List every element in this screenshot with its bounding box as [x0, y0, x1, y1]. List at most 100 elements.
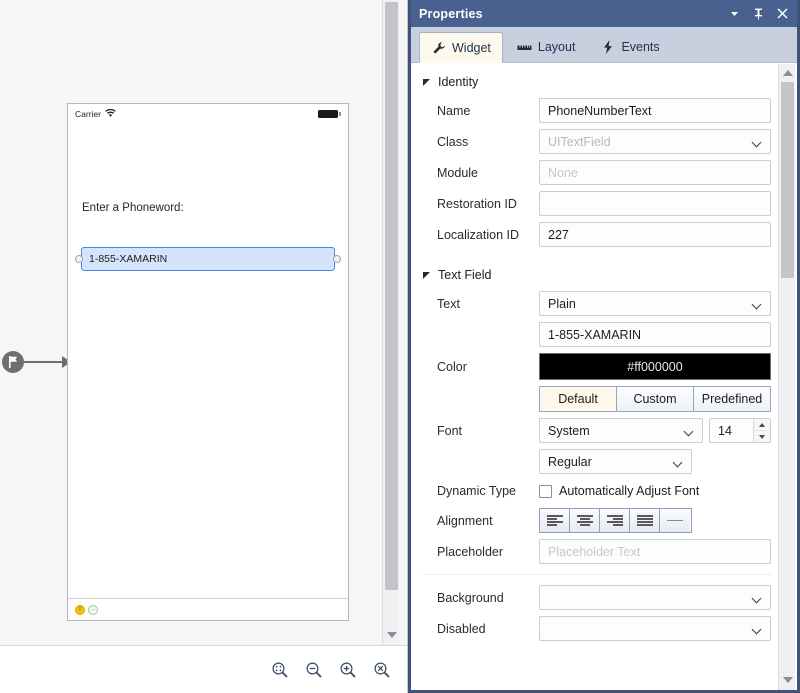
designer-window: Carrier Enter a Phoneword:: [0, 0, 800, 693]
row-background: Background: [411, 582, 797, 613]
canvas-scroll-down-arrow[interactable]: [383, 627, 400, 643]
label-background: Background: [423, 591, 539, 605]
properties-vertical-scrollbar[interactable]: [778, 64, 795, 690]
properties-scroll-down-arrow[interactable]: [779, 672, 796, 688]
label-alignment: Alignment: [423, 514, 539, 528]
font-family-value: System: [548, 424, 590, 438]
chevron-down-icon: [674, 459, 683, 465]
section-divider: [423, 574, 771, 575]
tab-widget[interactable]: Widget: [419, 32, 503, 63]
properties-title-bar: Properties: [411, 0, 797, 27]
label-font: Font: [423, 424, 539, 438]
properties-scroll-up-arrow[interactable]: [779, 65, 796, 81]
auto-adjust-font-checkbox-row[interactable]: Automatically Adjust Font: [539, 484, 699, 498]
zoom-out-icon[interactable]: [304, 660, 324, 680]
font-size-increment-button[interactable]: [754, 419, 770, 431]
phone-number-textfield-wrapper[interactable]: 1-855-XAMARIN: [81, 247, 335, 271]
align-natural-icon[interactable]: [660, 509, 690, 532]
row-color-modes: Default Custom Predefined: [411, 383, 797, 415]
color-mode-custom-button[interactable]: Custom: [617, 387, 694, 411]
name-input[interactable]: PhoneNumberText: [539, 98, 771, 123]
disabled-select[interactable]: [539, 616, 771, 641]
pin-icon[interactable]: [752, 7, 765, 20]
label-dynamic-type: Dynamic Type: [423, 484, 539, 498]
text-type-select[interactable]: Plain: [539, 291, 771, 316]
row-text-value: 1-855-XAMARIN: [411, 319, 797, 350]
exit-badge-icon[interactable]: →: [88, 605, 98, 615]
localization-id-input[interactable]: 227: [539, 222, 771, 247]
section-text-field-header[interactable]: Text Field: [411, 250, 797, 288]
storyboard-canvas-pane: Carrier Enter a Phoneword:: [0, 0, 408, 693]
row-class: Class UITextField: [411, 126, 797, 157]
label-restoration-id: Restoration ID: [423, 197, 539, 211]
canvas-scroll-thumb[interactable]: [385, 2, 398, 590]
section-identity-header[interactable]: Identity: [411, 64, 797, 95]
class-select[interactable]: UITextField: [539, 129, 771, 154]
collapse-triangle-icon[interactable]: [423, 272, 430, 279]
font-style-select[interactable]: Regular: [539, 449, 692, 474]
row-restoration-id: Restoration ID: [411, 188, 797, 219]
text-value-input[interactable]: 1-855-XAMARIN: [539, 322, 771, 347]
tab-layout-label: Layout: [538, 40, 576, 54]
section-identity-title: Identity: [438, 75, 478, 89]
auto-adjust-font-checkbox[interactable]: [539, 485, 552, 498]
properties-scroll-thumb[interactable]: [781, 82, 794, 278]
row-alignment: Alignment: [411, 505, 797, 536]
color-mode-predefined-button[interactable]: Predefined: [694, 387, 770, 411]
zoom-actual-size-icon[interactable]: [372, 660, 392, 680]
row-module: Module None: [411, 157, 797, 188]
phoneword-prompt-label: Enter a Phoneword:: [82, 202, 184, 214]
row-dynamic-type: Dynamic Type Automatically Adjust Font: [411, 477, 797, 505]
device-frame[interactable]: Carrier Enter a Phoneword:: [67, 103, 349, 621]
entry-point-arrow[interactable]: [2, 351, 72, 373]
flag-icon[interactable]: [2, 351, 24, 373]
align-center-icon[interactable]: [570, 509, 600, 532]
device-footer-bar: ! →: [68, 598, 348, 620]
carrier-label: Carrier: [75, 109, 101, 119]
canvas-surface[interactable]: Carrier Enter a Phoneword:: [0, 0, 382, 645]
chevron-down-icon: [753, 626, 762, 632]
ios-status-bar: Carrier: [68, 104, 348, 124]
module-input[interactable]: None: [539, 160, 771, 185]
align-right-icon[interactable]: [600, 509, 630, 532]
collapse-triangle-icon[interactable]: [423, 79, 430, 86]
label-name: Name: [423, 104, 539, 118]
align-justify-icon[interactable]: [630, 509, 660, 532]
restoration-id-input[interactable]: [539, 191, 771, 216]
font-size-stepper[interactable]: 14: [709, 418, 771, 443]
placeholder-input[interactable]: Placeholder Text: [539, 539, 771, 564]
label-disabled: Disabled: [423, 622, 539, 636]
warning-badge-icon[interactable]: !: [75, 605, 85, 615]
properties-tabs: Widget Layout: [411, 27, 797, 63]
align-left-icon[interactable]: [540, 509, 570, 532]
chevron-down-icon: [753, 595, 762, 601]
row-font-style: Regular: [411, 446, 797, 477]
font-family-select[interactable]: System: [539, 418, 703, 443]
label-module: Module: [423, 166, 539, 180]
battery-icon: [318, 110, 341, 118]
color-swatch[interactable]: #ff000000: [539, 353, 771, 380]
chevron-down-icon: [753, 301, 762, 307]
label-placeholder: Placeholder: [423, 545, 539, 559]
chevron-down-icon: [753, 139, 762, 145]
color-mode-segmented: Default Custom Predefined: [539, 386, 771, 412]
close-icon[interactable]: [776, 7, 789, 20]
zoom-to-fit-icon[interactable]: [270, 660, 290, 680]
lightning-icon: [600, 40, 615, 55]
label-color: Color: [423, 360, 539, 374]
canvas-vertical-scrollbar[interactable]: [382, 0, 399, 645]
font-size-decrement-button[interactable]: [754, 431, 770, 442]
properties-pad: Properties: [408, 0, 800, 693]
phone-number-textfield[interactable]: 1-855-XAMARIN: [81, 247, 335, 271]
chevron-down-icon[interactable]: [728, 7, 741, 20]
tab-events[interactable]: Events: [589, 32, 670, 62]
resize-handle-left[interactable]: [75, 255, 83, 263]
row-name: Name PhoneNumberText: [411, 95, 797, 126]
background-select[interactable]: [539, 585, 771, 610]
color-mode-default-button[interactable]: Default: [540, 387, 617, 411]
class-select-value: UITextField: [548, 135, 611, 149]
zoom-in-icon[interactable]: [338, 660, 358, 680]
tab-layout[interactable]: Layout: [506, 32, 587, 62]
resize-handle-right[interactable]: [333, 255, 341, 263]
text-type-value: Plain: [548, 297, 576, 311]
